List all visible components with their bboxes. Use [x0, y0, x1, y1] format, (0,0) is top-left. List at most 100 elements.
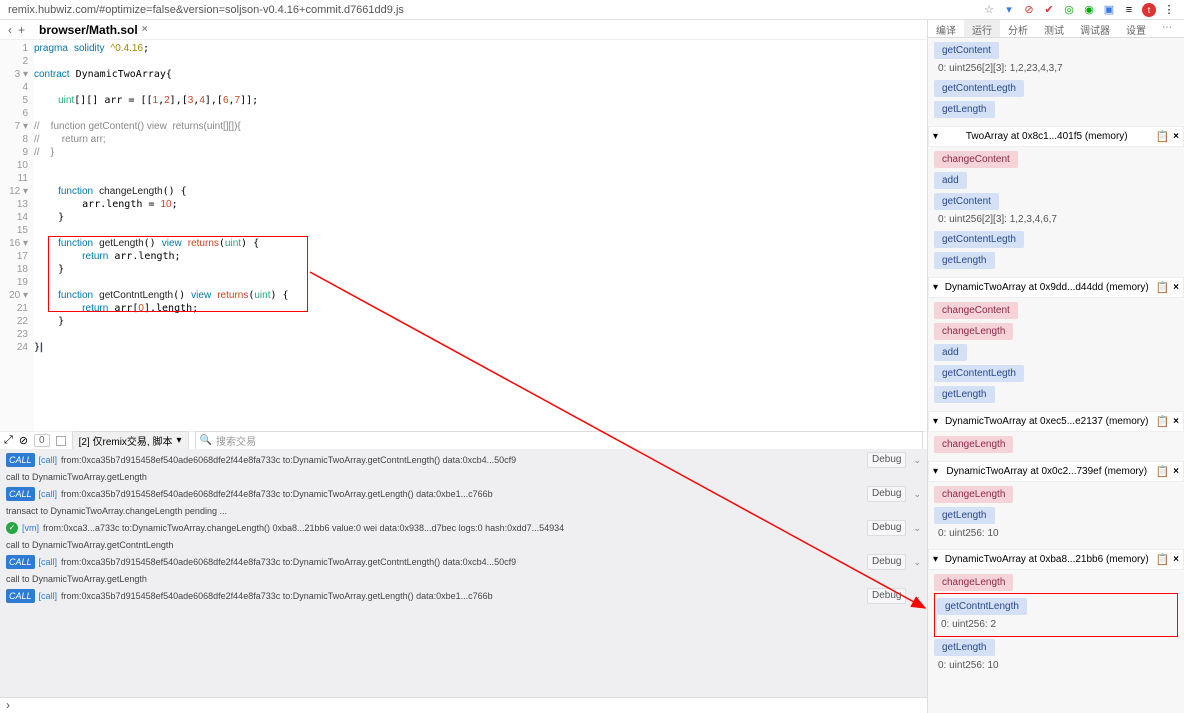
file-tab[interactable]: browser/Math.sol ×	[31, 21, 156, 39]
code-editor[interactable]: 123 ▾4567 ▾89101112 ▾13141516 ▾17181920 …	[0, 40, 927, 431]
function-result: 0: uint256: 10	[934, 526, 1178, 543]
code-content[interactable]: pragma solidity ^0.4.16; contract Dynami…	[34, 40, 927, 431]
copy-icon[interactable]: 📋	[1155, 130, 1169, 143]
function-result: 0: uint256[2][3]: 1,2,23,4,3,7	[934, 61, 1178, 78]
tab-run[interactable]: 运行	[964, 20, 1000, 37]
close-icon[interactable]: ×	[1173, 466, 1179, 477]
contract-function-button[interactable]: add	[934, 172, 967, 189]
instance-title: DynamicTwoArray at 0xba8...21bb6 (memory…	[942, 554, 1151, 565]
contract-instance-header[interactable]: ▾ DynamicTwoArray at 0x0c2...739ef (memor…	[928, 461, 1184, 482]
clear-icon[interactable]: ⊘	[19, 434, 28, 447]
profile-avatar-icon[interactable]: t	[1142, 3, 1156, 17]
contract-function-button[interactable]: getLength	[934, 252, 995, 269]
tab-more-icon[interactable]: ⋯	[1154, 20, 1180, 37]
close-tab-icon[interactable]: ×	[142, 24, 148, 35]
ext-icon-7[interactable]: ≡	[1122, 3, 1136, 17]
nav-plus-icon[interactable]: +	[18, 23, 25, 37]
right-panel-tabs: 编译 运行 分析 测试 调试器 设置 ⋯	[928, 20, 1184, 38]
instance-title: DynamicTwoArray at 0x0c2...739ef (memory…	[942, 466, 1151, 477]
tab-analyze[interactable]: 分析	[1000, 20, 1036, 37]
expand-icon[interactable]: ⤢	[4, 434, 13, 447]
contract-function-button[interactable]: changeLength	[934, 436, 1013, 453]
contract-function-button[interactable]: changeContent	[934, 151, 1018, 168]
call-badge: CALL	[6, 589, 35, 603]
listen-checkbox[interactable]	[56, 436, 66, 446]
terminal-toolbar: ⤢ ⊘ 0 [2] 仅remix交易, 脚本▾ 🔍搜索交易	[0, 431, 927, 449]
bookmark-icon[interactable]: ☆	[982, 3, 996, 17]
debug-button[interactable]: Debug	[867, 486, 906, 502]
instance-title: DynamicTwoArray at 0x9dd...d44dd (memory…	[942, 282, 1151, 293]
chrome-extension-icons: ☆ ▾ ⊘ ✔ ◎ ◉ ▣ ≡ t ⋮	[982, 3, 1176, 17]
copy-icon[interactable]: 📋	[1155, 465, 1169, 478]
contract-function-button[interactable]: add	[934, 344, 967, 361]
chevron-down-icon[interactable]: ⌄	[910, 589, 921, 603]
contract-function-button[interactable]: changeLength	[934, 323, 1013, 340]
contract-function-button[interactable]: getContentLegth	[934, 80, 1024, 97]
copy-icon[interactable]: 📋	[1155, 553, 1169, 566]
contract-function-button[interactable]: getLength	[934, 386, 995, 403]
contract-function-button[interactable]: getLength	[934, 507, 995, 524]
debug-button[interactable]: Debug	[867, 554, 906, 570]
contract-function-button[interactable]: changeLength	[934, 486, 1013, 503]
tab-compile[interactable]: 编译	[928, 20, 964, 37]
pending-count: 0	[34, 434, 50, 447]
ext-icon-2[interactable]: ⊘	[1022, 3, 1036, 17]
chevron-icon[interactable]: ▾	[933, 416, 938, 427]
close-icon[interactable]: ×	[1173, 554, 1179, 565]
terminal-output[interactable]: ◆ CALL [call] from:0xca35b7d915458ef540a…	[0, 449, 927, 697]
close-icon[interactable]: ×	[1173, 131, 1179, 142]
contract-function-button[interactable]: getContentLegth	[934, 231, 1024, 248]
code-highlight-box	[48, 236, 308, 312]
ext-icon-6[interactable]: ▣	[1102, 3, 1116, 17]
function-result: 0: uint256: 2	[937, 617, 1175, 634]
chevron-icon[interactable]: ▾	[933, 554, 938, 565]
contract-instance-header[interactable]: ▾ DynamicTwoArray at 0xba8...21bb6 (memor…	[928, 549, 1184, 570]
ext-icon-1[interactable]: ▾	[1002, 3, 1016, 17]
success-icon: ✓	[6, 522, 18, 534]
tab-debugger[interactable]: 调试器	[1072, 20, 1118, 37]
function-result: 0: uint256[2][3]: 1,2,3,4,6,7	[934, 212, 1178, 229]
chrome-menu-icon[interactable]: ⋮	[1162, 3, 1176, 17]
contract-instance-header[interactable]: ▾ DynamicTwoArray at 0x9dd...d44dd (memor…	[928, 277, 1184, 298]
contract-function-button[interactable]: changeContent	[934, 302, 1018, 319]
close-icon[interactable]: ×	[1173, 416, 1179, 427]
chevron-icon[interactable]: ▾	[933, 282, 938, 293]
tab-settings[interactable]: 设置	[1118, 20, 1154, 37]
close-icon[interactable]: ×	[1173, 282, 1179, 293]
ext-icon-4[interactable]: ◎	[1062, 3, 1076, 17]
ext-icon-5[interactable]: ◉	[1082, 3, 1096, 17]
call-badge: CALL	[6, 487, 35, 501]
contract-function-button[interactable]: getContent	[934, 42, 999, 59]
chevron-icon[interactable]: ▾	[933, 466, 938, 477]
function-result: 0: uint256: 10	[934, 658, 1178, 675]
contract-function-button[interactable]: getContent	[934, 193, 999, 210]
file-tab-label: browser/Math.sol	[39, 23, 138, 37]
copy-icon[interactable]: 📋	[1155, 415, 1169, 428]
copy-icon[interactable]: 📋	[1155, 281, 1169, 294]
chevron-down-icon[interactable]: ⌄	[910, 487, 921, 501]
page-url: remix.hubwiz.com/#optimize=false&version…	[8, 4, 982, 16]
contract-function-button[interactable]: getLength	[934, 639, 995, 656]
nav-back-icon[interactable]: ‹	[8, 23, 12, 37]
contract-function-button[interactable]: changeLength	[934, 574, 1013, 591]
call-badge: CALL	[6, 453, 35, 467]
debug-button[interactable]: Debug	[867, 520, 906, 536]
instance-title: DynamicTwoArray at 0xec5...e2137 (memory…	[942, 416, 1151, 427]
chevron-icon[interactable]: ▾	[933, 131, 938, 142]
chevron-down-icon[interactable]: ⌄	[910, 453, 921, 467]
ext-icon-3[interactable]: ✔	[1042, 3, 1056, 17]
debug-button[interactable]: Debug	[867, 452, 906, 468]
contract-function-button[interactable]: getLength	[934, 101, 995, 118]
contract-function-button[interactable]: getContntLength	[937, 598, 1027, 615]
tab-test[interactable]: 测试	[1036, 20, 1072, 37]
terminal-prompt-icon[interactable]: ›	[0, 697, 927, 713]
network-selector[interactable]: [2] 仅remix交易, 脚本▾	[72, 431, 189, 450]
contract-function-button[interactable]: getContentLegth	[934, 365, 1024, 382]
contract-instance-header[interactable]: ▾ DynamicTwoArray at 0xec5...e2137 (memor…	[928, 411, 1184, 432]
terminal-search[interactable]: 🔍搜索交易	[195, 431, 923, 450]
contract-instance-header[interactable]: ▾TwoArray at 0x8c1...401f5 (memory)📋×	[928, 126, 1184, 147]
chevron-down-icon[interactable]: ⌄	[910, 521, 921, 535]
chevron-down-icon[interactable]: ⌄	[910, 555, 921, 569]
debug-button[interactable]: Debug	[867, 588, 906, 604]
browser-address-bar: remix.hubwiz.com/#optimize=false&version…	[0, 0, 1184, 20]
